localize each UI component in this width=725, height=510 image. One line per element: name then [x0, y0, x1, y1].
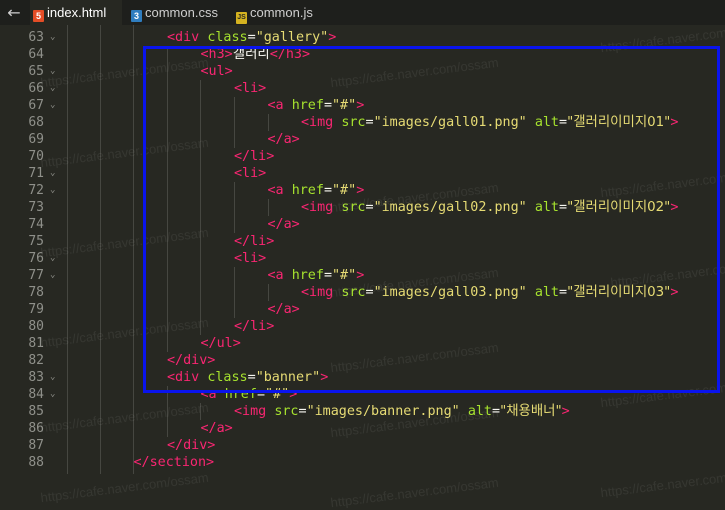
- code-line[interactable]: <img src="images/banner.png" alt="채용배너">: [234, 403, 570, 420]
- line-number: 75: [28, 234, 44, 249]
- fold-chevron-icon[interactable]: ⌄: [50, 386, 62, 403]
- tab-label: common.js: [250, 5, 313, 20]
- code-token: alt: [467, 404, 492, 419]
- html5-file-icon: 5: [33, 10, 44, 22]
- fold-chevron-icon[interactable]: ⌄: [50, 80, 62, 97]
- indent-guide: [133, 25, 134, 474]
- line-number: 74: [28, 217, 44, 232]
- fold-chevron-icon[interactable]: ⌄: [50, 250, 62, 267]
- line-number: 78: [28, 285, 44, 300]
- indent-guide: [167, 386, 168, 437]
- code-token: src: [274, 404, 299, 419]
- code-token: >: [561, 404, 570, 419]
- line-number: 83: [28, 370, 44, 385]
- back-arrow-icon[interactable]: ←: [4, 2, 24, 24]
- watermark-text: https://cafe.naver.com/ossam: [39, 399, 210, 436]
- line-number: 79: [28, 302, 44, 317]
- line-number: 73: [28, 200, 44, 215]
- code-token: =: [492, 404, 501, 419]
- watermark-text: https://cafe.naver.com/ossam: [599, 464, 725, 501]
- code-token: <div: [167, 30, 200, 45]
- line-number: 64: [28, 47, 44, 62]
- code-line[interactable]: </a>: [201, 420, 233, 437]
- watermark-text: https://cafe.naver.com/ossam: [329, 474, 500, 510]
- fold-chevron-icon[interactable]: ⌄: [50, 267, 62, 284]
- line-number: 69: [28, 132, 44, 147]
- line-number: 81: [28, 336, 44, 351]
- fold-chevron-icon[interactable]: ⌄: [50, 63, 62, 80]
- line-number: 66: [28, 81, 44, 96]
- indent-guide: [200, 403, 201, 420]
- line-number: 71: [28, 166, 44, 181]
- tab-label: common.css: [145, 5, 218, 20]
- line-number: 77: [28, 268, 44, 283]
- line-number: 76: [28, 251, 44, 266]
- code-token: =: [247, 30, 256, 45]
- line-number: 86: [28, 421, 44, 436]
- tab-common-css[interactable]: 3 common.css: [128, 0, 228, 25]
- line-number: 63: [28, 30, 44, 45]
- watermark-text: https://cafe.naver.com/ossam: [39, 469, 210, 506]
- code-token: </section>: [133, 455, 215, 470]
- js-file-icon: JS: [236, 12, 247, 24]
- indent-guide: [100, 25, 101, 474]
- code-token: >: [328, 30, 337, 45]
- code-token: </div>: [167, 438, 216, 453]
- code-token: class: [207, 30, 248, 45]
- code-token: "gallery": [255, 30, 329, 45]
- line-number: 67: [28, 98, 44, 113]
- line-number: 70: [28, 149, 44, 164]
- highlight-box: [143, 46, 720, 393]
- line-number: 68: [28, 115, 44, 130]
- code-line[interactable]: </div>: [167, 437, 215, 454]
- line-number: 84: [28, 387, 44, 402]
- line-number-gutter: 63 ⌄ 64 65 ⌄ 66 ⌄ 67 ⌄ 68 69 70 71 ⌄ 72 ⌄ 73 74 75 76 ⌄ 77 ⌄ 78…: [0, 25, 64, 474]
- line-number: 80: [28, 319, 44, 334]
- code-token: "images/banner.png": [306, 404, 460, 419]
- css3-file-icon: 3: [131, 10, 142, 22]
- line-number: 65: [28, 64, 44, 79]
- fold-chevron-icon[interactable]: ⌄: [50, 182, 62, 199]
- line-number: 72: [28, 183, 44, 198]
- line-number: 87: [28, 438, 44, 453]
- tab-bar: ← 5 index.html 3 common.css JS common.js: [0, 0, 725, 25]
- fold-chevron-icon[interactable]: ⌄: [50, 29, 62, 46]
- code-token: </a>: [200, 421, 233, 436]
- fold-chevron-icon[interactable]: ⌄: [50, 97, 62, 114]
- fold-chevron-icon[interactable]: ⌄: [50, 369, 62, 386]
- tab-common-js[interactable]: JS common.js: [233, 0, 313, 25]
- line-number: 85: [28, 404, 44, 419]
- code-line[interactable]: <div class="gallery">: [167, 29, 336, 46]
- indent-guide: [67, 25, 68, 474]
- code-token: <img: [234, 404, 267, 419]
- fold-chevron-icon[interactable]: ⌄: [50, 165, 62, 182]
- code-token: =: [298, 404, 307, 419]
- line-number: 82: [28, 353, 44, 368]
- code-line[interactable]: </section>: [134, 454, 215, 471]
- line-number: 88: [28, 455, 44, 470]
- tab-index-html[interactable]: 5 index.html: [30, 0, 122, 25]
- tab-label: index.html: [47, 5, 107, 20]
- code-editor[interactable]: 63 ⌄ 64 65 ⌄ 66 ⌄ 67 ⌄ 68 69 70 71 ⌄ 72 ⌄ 73 74 75 76 ⌄ 77 ⌄ 78…: [0, 20, 725, 510]
- code-token: "채용배너": [500, 404, 562, 419]
